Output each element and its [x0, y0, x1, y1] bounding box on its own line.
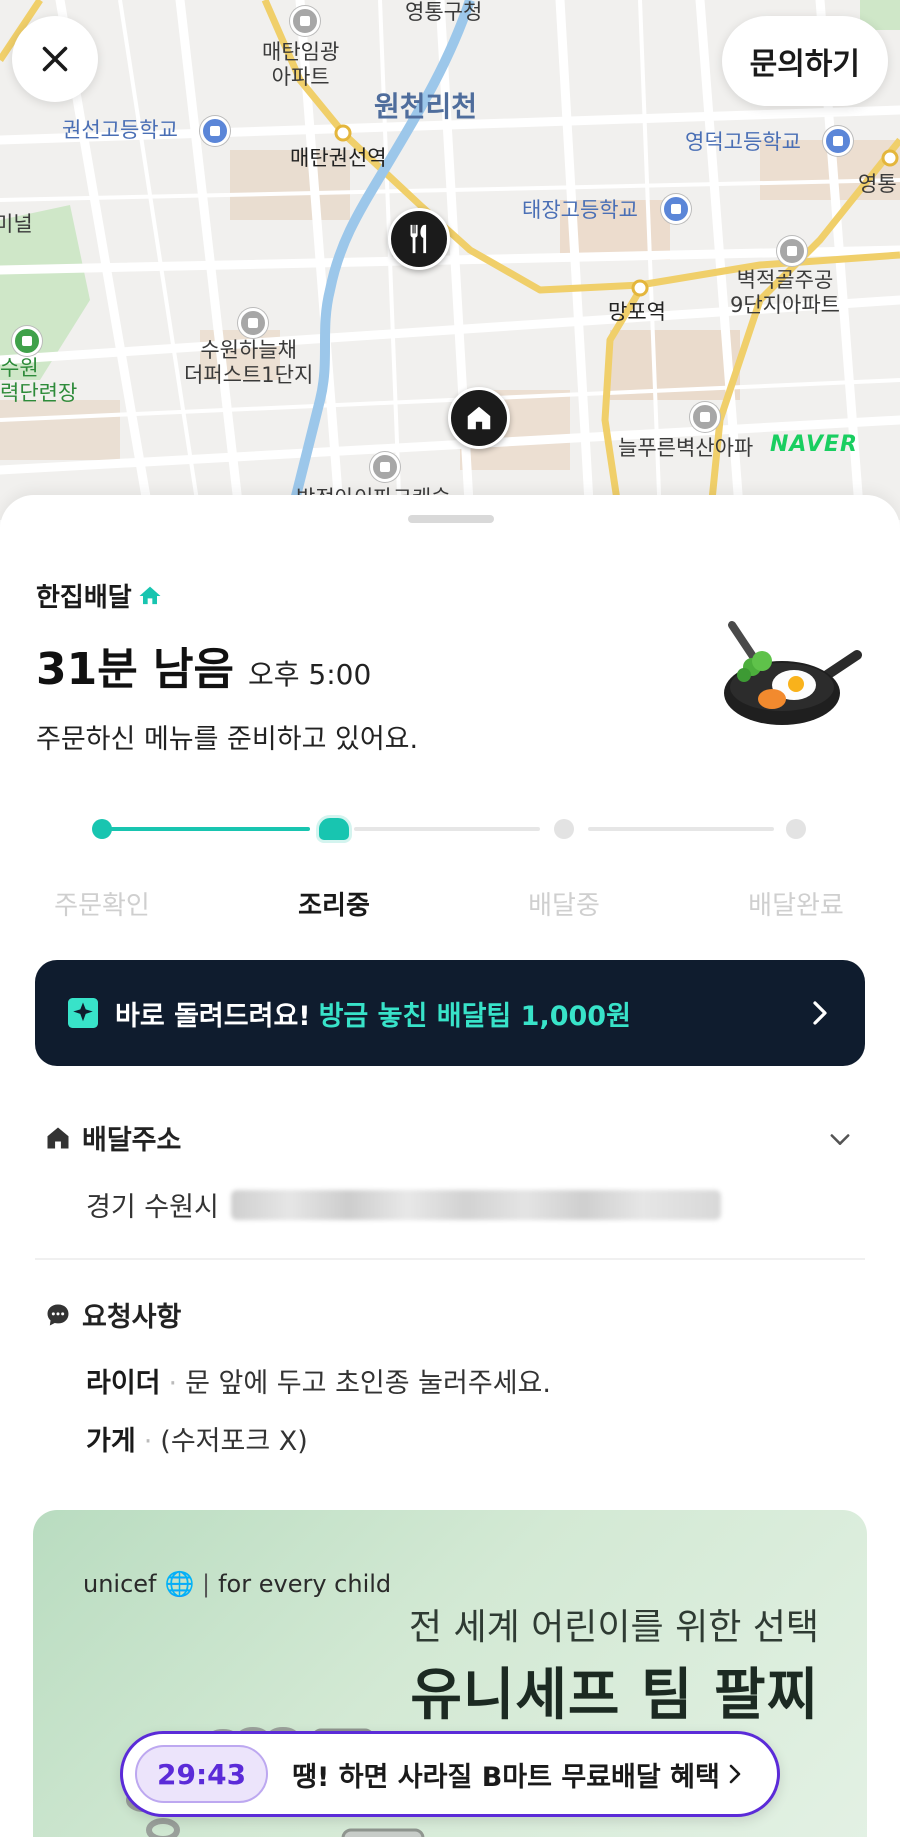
timer-banner-text: 땡! 하면 사라질 B마트 무료배달 혜택	[292, 1761, 720, 1793]
building-icon	[370, 452, 400, 482]
school-icon	[200, 116, 230, 146]
map-label: 미널	[0, 212, 33, 236]
request-rider: 라이더 · 문 앞에 두고 초인종 눌러주세요.	[86, 1368, 551, 1399]
map-label: 권선고등학교	[62, 118, 178, 142]
promo-text: 바로 돌려드려요!	[115, 1000, 311, 1032]
order-status-sheet: 한집배달 31분 남음 오후 5:00 주문하신 메뉴를 준비하고 있어요. 주…	[0, 495, 900, 1837]
step-label-delivered: 배달완료	[748, 891, 844, 921]
step-dot-delivering	[554, 819, 574, 839]
map-label: 영통	[858, 172, 897, 196]
close-icon	[42, 46, 68, 72]
address-line: 경기 수원시	[86, 1185, 721, 1224]
address-prefix: 경기 수원시	[86, 1192, 219, 1223]
close-button[interactable]	[12, 16, 98, 102]
map-view[interactable]: 영통구청 매탄임광 아파트 원천리천 권선고등학교 매탄권선역 영덕고등학교 영…	[0, 0, 900, 520]
step-dot-confirmed	[92, 819, 112, 839]
map-label: 매탄권선역	[290, 146, 387, 170]
chat-bubble-icon	[47, 1304, 69, 1325]
ad-subtitle: 전 세계 어린이를 위한 선택	[408, 1607, 819, 1648]
building-icon	[238, 308, 268, 338]
divider	[35, 1258, 865, 1260]
building-icon	[690, 402, 720, 432]
eta-remaining: 31분 남음	[36, 644, 234, 695]
unicef-brand: unicef	[83, 1570, 157, 1598]
building-icon	[777, 236, 807, 266]
requests-header: 요청사항	[44, 1295, 181, 1334]
promo-highlight: 방금 놓친 배달팁 1,000원	[318, 1000, 631, 1032]
map-label: 망포역	[608, 300, 666, 324]
step-label-confirmed: 주문확인	[54, 891, 150, 921]
request-key: 가게	[86, 1426, 136, 1457]
request-value: 문 앞에 두고 초인종 눌러주세요.	[185, 1368, 551, 1399]
delivery-type: 한집배달	[36, 577, 164, 614]
single-home-delivery-icon	[139, 586, 161, 604]
countdown-timer: 29:43	[135, 1745, 269, 1803]
address-header[interactable]: 배달주소	[44, 1118, 181, 1157]
address-title: 배달주소	[82, 1125, 182, 1156]
school-icon	[661, 194, 691, 224]
map-label: 영덕고등학교	[685, 130, 801, 154]
bmart-timer-banner[interactable]: 29:43 땡! 하면 사라질 B마트 무료배달 혜택	[120, 1731, 780, 1817]
naver-logo: NAVER	[770, 432, 858, 457]
map-label: 수원하늘채 더퍼스트1단지	[184, 338, 314, 388]
step-label-delivering: 배달중	[528, 891, 600, 921]
chevron-down-icon[interactable]	[826, 1125, 854, 1153]
chevron-right-icon	[813, 1001, 827, 1025]
requests-title: 요청사항	[82, 1302, 182, 1333]
building-icon	[290, 6, 320, 36]
inquiry-button[interactable]: 문의하기	[721, 16, 888, 106]
unicef-logo: unicef 🌐 | for every child	[83, 1570, 392, 1598]
map-label: 수원 력단련장	[0, 356, 78, 406]
cooking-pan-icon	[724, 621, 862, 725]
map-label: 매탄임광 아파트	[262, 40, 340, 90]
map-label: 원천리천	[374, 90, 478, 123]
status-message: 주문하신 메뉴를 준비하고 있어요.	[36, 724, 419, 755]
home-marker-icon[interactable]	[448, 387, 510, 449]
unicef-tagline: for every child	[218, 1570, 392, 1598]
progress-track	[588, 827, 774, 831]
eta-time: 오후 5:00	[248, 658, 372, 691]
sparkle-badge-icon	[68, 998, 98, 1028]
eta: 31분 남음 오후 5:00	[36, 633, 371, 697]
step-label-cooking: 조리중	[298, 891, 370, 921]
request-value: (수저포크 X)	[160, 1426, 308, 1457]
fork-knife-icon	[410, 224, 427, 254]
school-icon	[823, 126, 853, 156]
park-icon	[12, 326, 42, 356]
step-dot-cooking	[316, 815, 352, 843]
sheet-drag-handle[interactable]	[408, 515, 494, 523]
redacted-address	[230, 1189, 721, 1220]
request-key: 라이더	[86, 1368, 161, 1399]
chevron-right-icon	[729, 1764, 741, 1784]
delivery-type-label: 한집배달	[36, 583, 132, 613]
order-progress: 주문확인 조리중 배달중 배달완료	[0, 805, 900, 925]
map-label: 태장고등학교	[522, 198, 638, 222]
house-icon	[467, 406, 491, 430]
progress-track	[354, 827, 540, 831]
home-icon	[47, 1127, 69, 1148]
progress-track-done	[104, 827, 310, 831]
step-dot-delivered	[786, 819, 806, 839]
refund-promo-banner[interactable]: 바로 돌려드려요! 방금 놓친 배달팁 1,000원	[35, 960, 865, 1066]
restaurant-marker-icon[interactable]	[388, 208, 450, 270]
map-label: 벽적골주공 9단지아파트	[730, 268, 840, 318]
request-store: 가게 · (수저포크 X)	[86, 1426, 308, 1457]
map-label: 늘푸른벽산아파	[618, 436, 754, 460]
map-label: 영통구청	[405, 0, 483, 24]
